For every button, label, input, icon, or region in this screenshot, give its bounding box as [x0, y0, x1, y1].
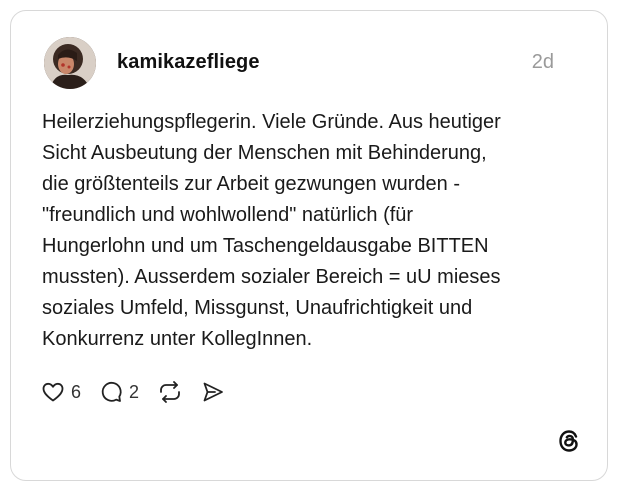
like-button[interactable]: 6: [41, 380, 81, 404]
reply-button[interactable]: 2: [99, 380, 139, 404]
reply-count: 2: [129, 381, 140, 402]
username[interactable]: kamikazefliege: [117, 51, 260, 74]
share-button[interactable]: [201, 380, 225, 404]
avatar[interactable]: [44, 37, 96, 89]
threads-logo-icon: [556, 428, 582, 454]
repost-icon: [157, 380, 183, 404]
send-icon: [201, 380, 225, 404]
post-card: kamikazefliege 2d Heilerziehungspflegeri…: [10, 10, 608, 481]
heart-icon: [41, 380, 65, 404]
comment-icon: [99, 380, 123, 404]
post-text: Heilerziehungspflegerin. Viele Gründe. A…: [42, 111, 501, 350]
action-bar: 6 2: [41, 378, 243, 406]
timestamp: 2d: [531, 51, 554, 73]
like-count: 6: [71, 381, 82, 402]
avatar-image: [44, 37, 96, 89]
repost-button[interactable]: [157, 380, 183, 404]
